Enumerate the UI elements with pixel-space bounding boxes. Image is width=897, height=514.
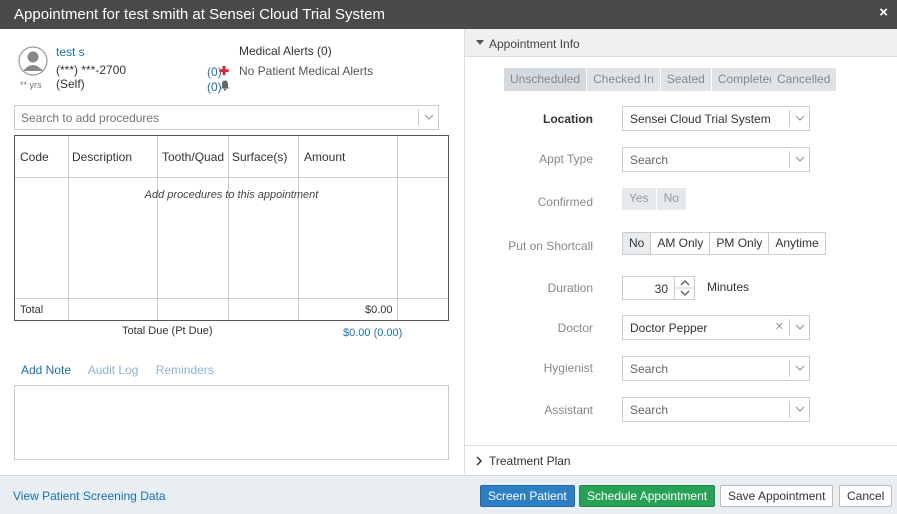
medical-alerts-text: No Patient Medical Alerts — [239, 64, 374, 78]
duration-value: 30 — [654, 282, 668, 296]
appointment-info-title: Appointment Info — [489, 37, 580, 51]
tab-audit-log[interactable]: Audit Log — [88, 363, 139, 377]
screen-patient-button[interactable]: Screen Patient — [480, 485, 575, 507]
confirmed-yes-button[interactable]: Yes — [622, 188, 657, 210]
treatment-plan-label: Treatment Plan — [489, 454, 571, 468]
hygienist-placeholder: Search — [630, 362, 669, 376]
total-value: $0.00 — [365, 304, 393, 316]
column-header-amount[interactable]: Amount — [304, 150, 345, 164]
patient-procedures-panel: ** yrs test s (***) ***-2700 (Self) (0) … — [0, 29, 464, 475]
status-unscheduled-button[interactable]: Unscheduled — [504, 68, 588, 91]
clear-doctor-icon[interactable]: ✕ — [775, 320, 784, 333]
close-icon[interactable]: × — [879, 4, 888, 21]
location-value: Sensei Cloud Trial System — [630, 112, 771, 126]
patient-relation: (Self) — [56, 77, 85, 91]
procedure-search[interactable] — [14, 105, 439, 130]
patient-phone: (***) ***-2700 — [56, 63, 127, 77]
chevron-down-icon — [795, 365, 805, 371]
procedure-search-dropdown[interactable] — [418, 109, 438, 126]
note-box[interactable] — [14, 385, 449, 460]
chevron-down-icon — [795, 324, 805, 330]
procedures-table: Code Description Tooth/Quad Surface(s) A… — [14, 135, 449, 321]
assistant-dropdown[interactable] — [789, 401, 809, 418]
duration-spinner[interactable] — [674, 277, 695, 299]
appt-type-placeholder: Search — [630, 153, 669, 167]
column-header-description[interactable]: Description — [72, 150, 132, 164]
chevron-down-icon — [424, 114, 434, 120]
hygienist-select[interactable]: Search — [622, 356, 810, 381]
column-header-code[interactable]: Code — [20, 150, 49, 164]
duration-unit: Minutes — [707, 280, 750, 294]
confirmed-no-button[interactable]: No — [656, 188, 687, 210]
dialog-title: Appointment for test smith at Sensei Clo… — [14, 6, 385, 23]
cancel-button[interactable]: Cancel — [839, 485, 893, 507]
chevron-down-icon — [795, 115, 805, 121]
hygienist-dropdown[interactable] — [789, 360, 809, 377]
total-due-label: Total Due (Pt Due) — [122, 325, 213, 337]
shortcall-pm-only-button[interactable]: PM Only — [709, 232, 770, 255]
assistant-label: Assistant — [544, 403, 593, 417]
shortcall-label: Put on Shortcall — [508, 239, 593, 253]
tab-add-note[interactable]: Add Note — [21, 363, 71, 377]
chevron-down-icon — [795, 156, 805, 162]
column-header-tooth-quad[interactable]: Tooth/Quad — [162, 150, 224, 164]
doctor-dropdown[interactable] — [789, 319, 809, 336]
shortcall-am-only-button[interactable]: AM Only — [650, 232, 711, 255]
procedures-empty-message: Add procedures to this appointment — [144, 189, 319, 201]
location-label: Location — [543, 112, 593, 126]
appointment-info-panel: Appointment Info Unscheduled Checked In … — [464, 29, 897, 475]
shortcall-toggle: No AM Only PM Only Anytime — [622, 232, 826, 255]
duration-label: Duration — [547, 281, 593, 295]
doctor-label: Doctor — [557, 321, 593, 335]
confirmed-toggle: Yes No — [622, 188, 687, 210]
spinner-arrows-icon[interactable] — [675, 277, 695, 299]
status-cancelled-button[interactable]: Cancelled — [771, 68, 837, 91]
chevron-right-icon — [476, 456, 483, 466]
doctor-value: Doctor Pepper — [630, 321, 708, 335]
hygienist-label: Hygienist — [543, 361, 593, 375]
bell-icon — [220, 80, 230, 91]
shortcall-no-button[interactable]: No — [622, 232, 652, 255]
column-header-surfaces[interactable]: Surface(s) — [232, 150, 287, 164]
location-select[interactable]: Sensei Cloud Trial System — [622, 106, 810, 131]
shortcall-anytime-button[interactable]: Anytime — [768, 232, 826, 255]
confirmed-label: Confirmed — [537, 195, 593, 209]
medical-cross-icon: ✚ — [219, 64, 230, 78]
treatment-plan-header[interactable]: Treatment Plan — [465, 445, 897, 475]
notes-tabs: Add Note Audit Log Reminders — [21, 363, 228, 377]
dialog-titlebar: Appointment for test smith at Sensei Clo… — [0, 0, 897, 29]
appointment-status-bar: Unscheduled Checked In Seated Completed — [504, 68, 783, 91]
user-avatar-icon — [18, 46, 48, 76]
total-due-value[interactable]: $0.00 (0.00) — [343, 327, 402, 339]
status-seated-button[interactable]: Seated — [660, 68, 712, 91]
save-appointment-button[interactable]: Save Appointment — [720, 485, 834, 507]
doctor-select[interactable]: Doctor Pepper ✕ — [622, 315, 810, 340]
schedule-appointment-button[interactable]: Schedule Appointment — [579, 485, 716, 507]
appt-type-label: Appt Type — [539, 152, 593, 166]
appointment-info-header[interactable]: Appointment Info — [465, 29, 897, 57]
procedure-search-input[interactable] — [15, 106, 415, 129]
chevron-down-icon — [476, 40, 484, 45]
appt-type-select[interactable]: Search — [622, 147, 810, 172]
appt-type-dropdown[interactable] — [789, 151, 809, 168]
dialog-footer: View Patient Screening Data Screen Patie… — [0, 475, 897, 514]
assistant-select[interactable]: Search — [622, 397, 810, 422]
total-label: Total — [20, 304, 44, 316]
view-screening-data-link[interactable]: View Patient Screening Data — [13, 489, 166, 503]
medical-alerts-title: Medical Alerts (0) — [239, 44, 332, 58]
chevron-down-icon — [795, 406, 805, 412]
tab-reminders[interactable]: Reminders — [156, 363, 214, 377]
location-dropdown[interactable] — [789, 110, 809, 127]
patient-age: ** yrs — [20, 80, 42, 90]
procedures-total-row: Total $0.00 — [15, 298, 448, 320]
status-checked-in-button[interactable]: Checked In — [587, 68, 661, 91]
patient-name-link[interactable]: test s — [56, 45, 85, 59]
note-textarea[interactable] — [15, 386, 448, 459]
assistant-placeholder: Search — [630, 403, 669, 417]
duration-stepper[interactable]: 30 — [622, 276, 695, 300]
